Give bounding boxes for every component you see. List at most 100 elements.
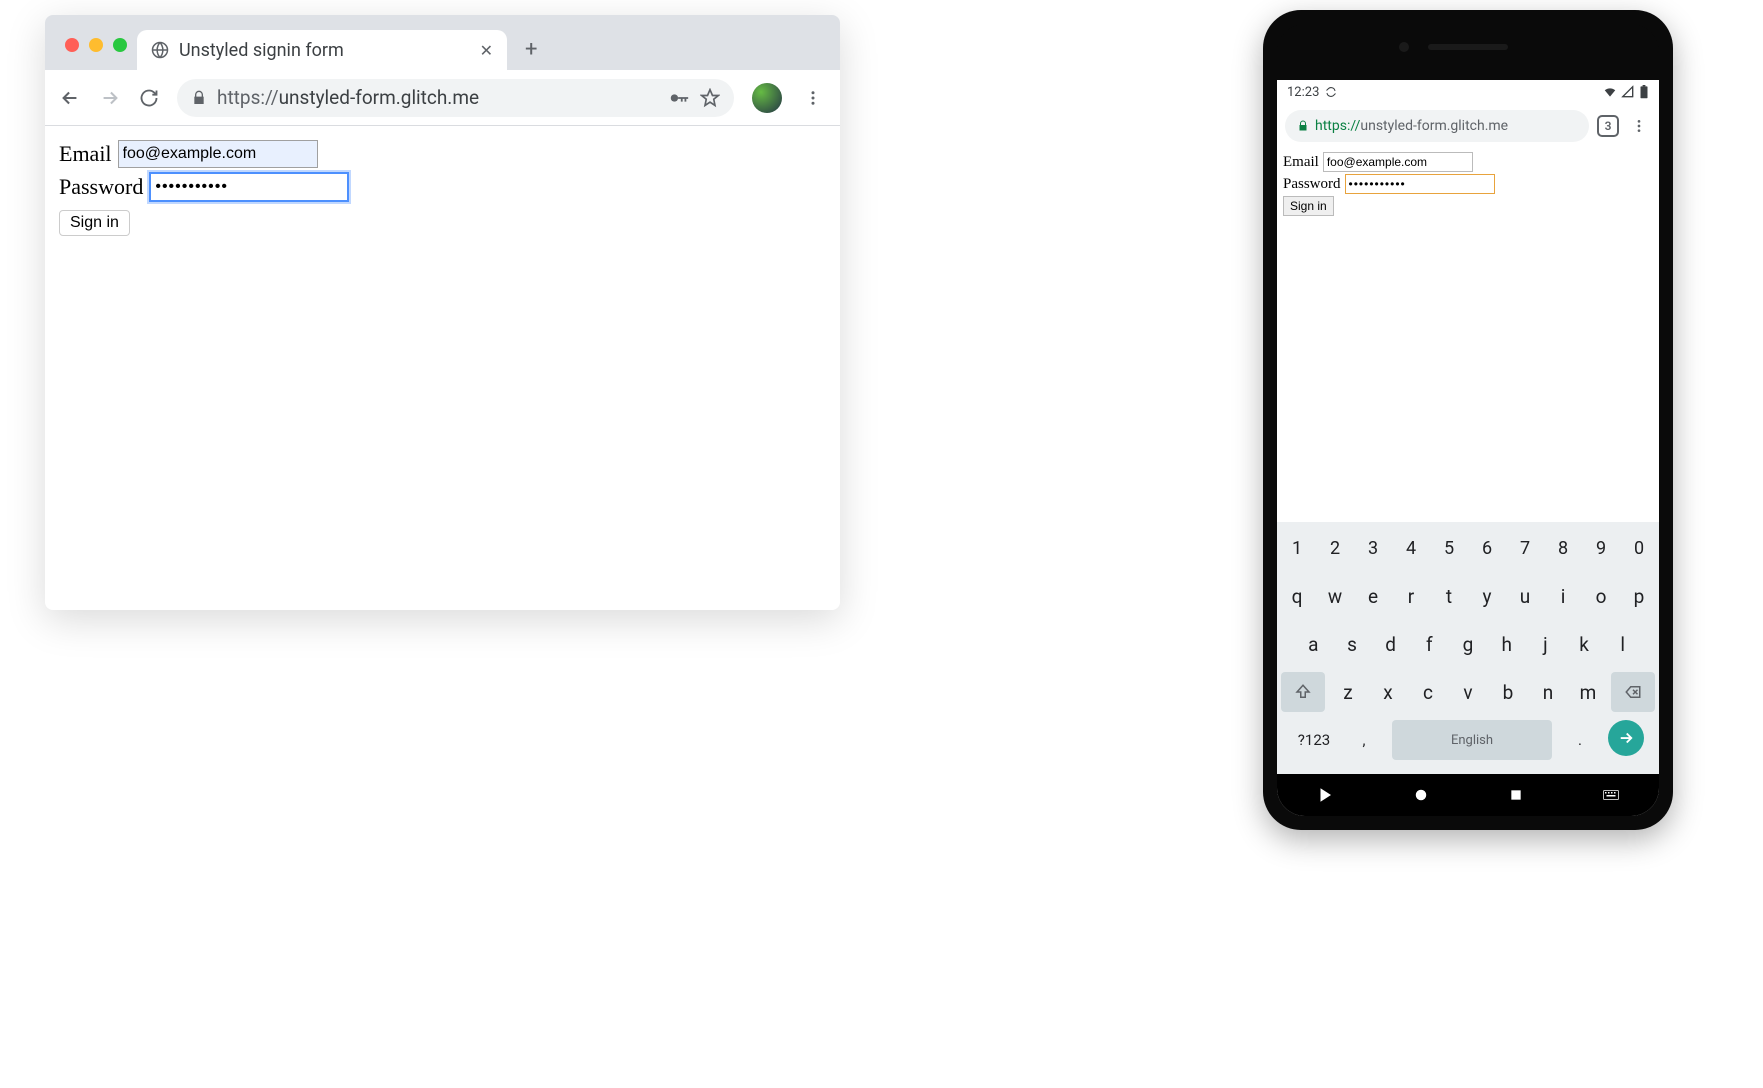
key-4[interactable]: 4	[1395, 528, 1427, 568]
kb-row-numbers: 1234567890	[1281, 528, 1655, 568]
password-label: Password	[59, 174, 143, 200]
tab-count-button[interactable]: 3	[1597, 115, 1619, 137]
key-c[interactable]: c	[1411, 672, 1445, 712]
key-h[interactable]: h	[1490, 624, 1523, 664]
kb-row-2: asdfghjkl	[1281, 624, 1655, 664]
profile-avatar[interactable]	[752, 83, 782, 113]
globe-icon	[151, 41, 169, 59]
status-bar: 12:23	[1277, 80, 1659, 104]
key-i[interactable]: i	[1547, 576, 1579, 616]
lock-icon	[1297, 120, 1309, 132]
mobile-kebab-menu-icon[interactable]	[1627, 118, 1651, 134]
reload-button[interactable]	[139, 88, 159, 108]
lock-icon	[191, 90, 207, 106]
signal-icon	[1621, 85, 1635, 99]
back-button[interactable]	[59, 87, 81, 109]
nav-back-icon[interactable]	[1316, 786, 1334, 804]
password-field[interactable]	[149, 172, 349, 202]
key-8[interactable]: 8	[1547, 528, 1579, 568]
key-m[interactable]: m	[1571, 672, 1605, 712]
key-t[interactable]: t	[1433, 576, 1465, 616]
mobile-address-bar[interactable]: https://unstyled-form.glitch.me	[1285, 110, 1589, 142]
nav-home-icon[interactable]	[1412, 786, 1430, 804]
key-x[interactable]: x	[1371, 672, 1405, 712]
mobile-email-field[interactable]	[1323, 152, 1473, 172]
key-s[interactable]: s	[1336, 624, 1369, 664]
email-label: Email	[59, 141, 112, 167]
wifi-icon	[1603, 85, 1617, 99]
key-3[interactable]: 3	[1357, 528, 1389, 568]
signin-button[interactable]: Sign in	[59, 210, 130, 236]
comma-key[interactable]: ,	[1342, 720, 1386, 760]
virtual-keyboard: 1234567890 qwertyuiop asdfghjkl zxcvbnm …	[1277, 522, 1659, 774]
key-j[interactable]: j	[1529, 624, 1562, 664]
phone-camera	[1399, 42, 1409, 52]
browser-toolbar: https://unstyled-form.glitch.me	[45, 70, 840, 126]
key-7[interactable]: 7	[1509, 528, 1541, 568]
key-u[interactable]: u	[1509, 576, 1541, 616]
desktop-chrome-window: Unstyled signin form ✕ + https://unstyle…	[45, 15, 840, 610]
key-f[interactable]: f	[1413, 624, 1446, 664]
forward-button[interactable]	[99, 87, 121, 109]
nav-keyboard-toggle-icon[interactable]	[1602, 789, 1620, 801]
key-o[interactable]: o	[1585, 576, 1617, 616]
key-z[interactable]: z	[1331, 672, 1365, 712]
key-1[interactable]: 1	[1281, 528, 1313, 568]
kebab-menu-icon[interactable]	[800, 89, 826, 107]
close-window-button[interactable]	[65, 38, 79, 52]
key-b[interactable]: b	[1491, 672, 1525, 712]
backspace-key[interactable]	[1611, 672, 1655, 712]
key-v[interactable]: v	[1451, 672, 1485, 712]
key-k[interactable]: k	[1568, 624, 1601, 664]
key-n[interactable]: n	[1531, 672, 1565, 712]
close-tab-icon[interactable]: ✕	[480, 41, 493, 60]
key-g[interactable]: g	[1452, 624, 1485, 664]
key-9[interactable]: 9	[1585, 528, 1617, 568]
new-tab-button[interactable]: +	[507, 37, 555, 70]
enter-key[interactable]	[1608, 720, 1644, 756]
address-bar[interactable]: https://unstyled-form.glitch.me	[177, 79, 734, 117]
mobile-password-field[interactable]	[1345, 174, 1495, 194]
nav-recent-icon[interactable]	[1508, 787, 1524, 803]
key-l[interactable]: l	[1606, 624, 1639, 664]
key-w[interactable]: w	[1319, 576, 1351, 616]
page-content: Email Password Sign in	[45, 126, 840, 250]
shift-key[interactable]	[1281, 672, 1325, 712]
phone-speaker	[1428, 44, 1508, 50]
mobile-toolbar: https://unstyled-form.glitch.me 3	[1277, 104, 1659, 148]
space-key[interactable]: English	[1392, 720, 1552, 760]
key-y[interactable]: y	[1471, 576, 1503, 616]
key-5[interactable]: 5	[1433, 528, 1465, 568]
window-controls	[59, 38, 137, 70]
tab-title: Unstyled signin form	[179, 40, 344, 61]
android-nav-bar	[1277, 774, 1659, 816]
tab-strip: Unstyled signin form ✕ +	[45, 15, 840, 70]
mobile-signin-button[interactable]: Sign in	[1283, 196, 1334, 216]
email-field[interactable]	[118, 140, 318, 168]
kb-row-3: zxcvbnm	[1281, 672, 1655, 712]
key-2[interactable]: 2	[1319, 528, 1351, 568]
key-a[interactable]: a	[1297, 624, 1330, 664]
bookmark-star-icon[interactable]	[700, 88, 720, 108]
mobile-page-content: Email Password Sign in	[1277, 148, 1659, 522]
key-e[interactable]: e	[1357, 576, 1389, 616]
kb-row-1: qwertyuiop	[1281, 576, 1655, 616]
browser-tab[interactable]: Unstyled signin form ✕	[137, 30, 507, 70]
key-r[interactable]: r	[1395, 576, 1427, 616]
mobile-email-label: Email	[1283, 154, 1319, 171]
kb-row-bottom: ?123 , English .	[1281, 720, 1655, 760]
sync-icon	[1325, 86, 1337, 98]
android-phone-frame: 12:23	[1263, 10, 1673, 830]
password-key-icon[interactable]	[668, 87, 690, 109]
maximize-window-button[interactable]	[113, 38, 127, 52]
key-d[interactable]: d	[1374, 624, 1407, 664]
key-0[interactable]: 0	[1623, 528, 1655, 568]
mobile-password-label: Password	[1283, 176, 1341, 193]
minimize-window-button[interactable]	[89, 38, 103, 52]
key-6[interactable]: 6	[1471, 528, 1503, 568]
key-p[interactable]: p	[1623, 576, 1655, 616]
battery-icon	[1639, 85, 1649, 99]
key-q[interactable]: q	[1281, 576, 1313, 616]
period-key[interactable]: .	[1558, 720, 1602, 760]
symbols-key[interactable]: ?123	[1292, 720, 1336, 760]
